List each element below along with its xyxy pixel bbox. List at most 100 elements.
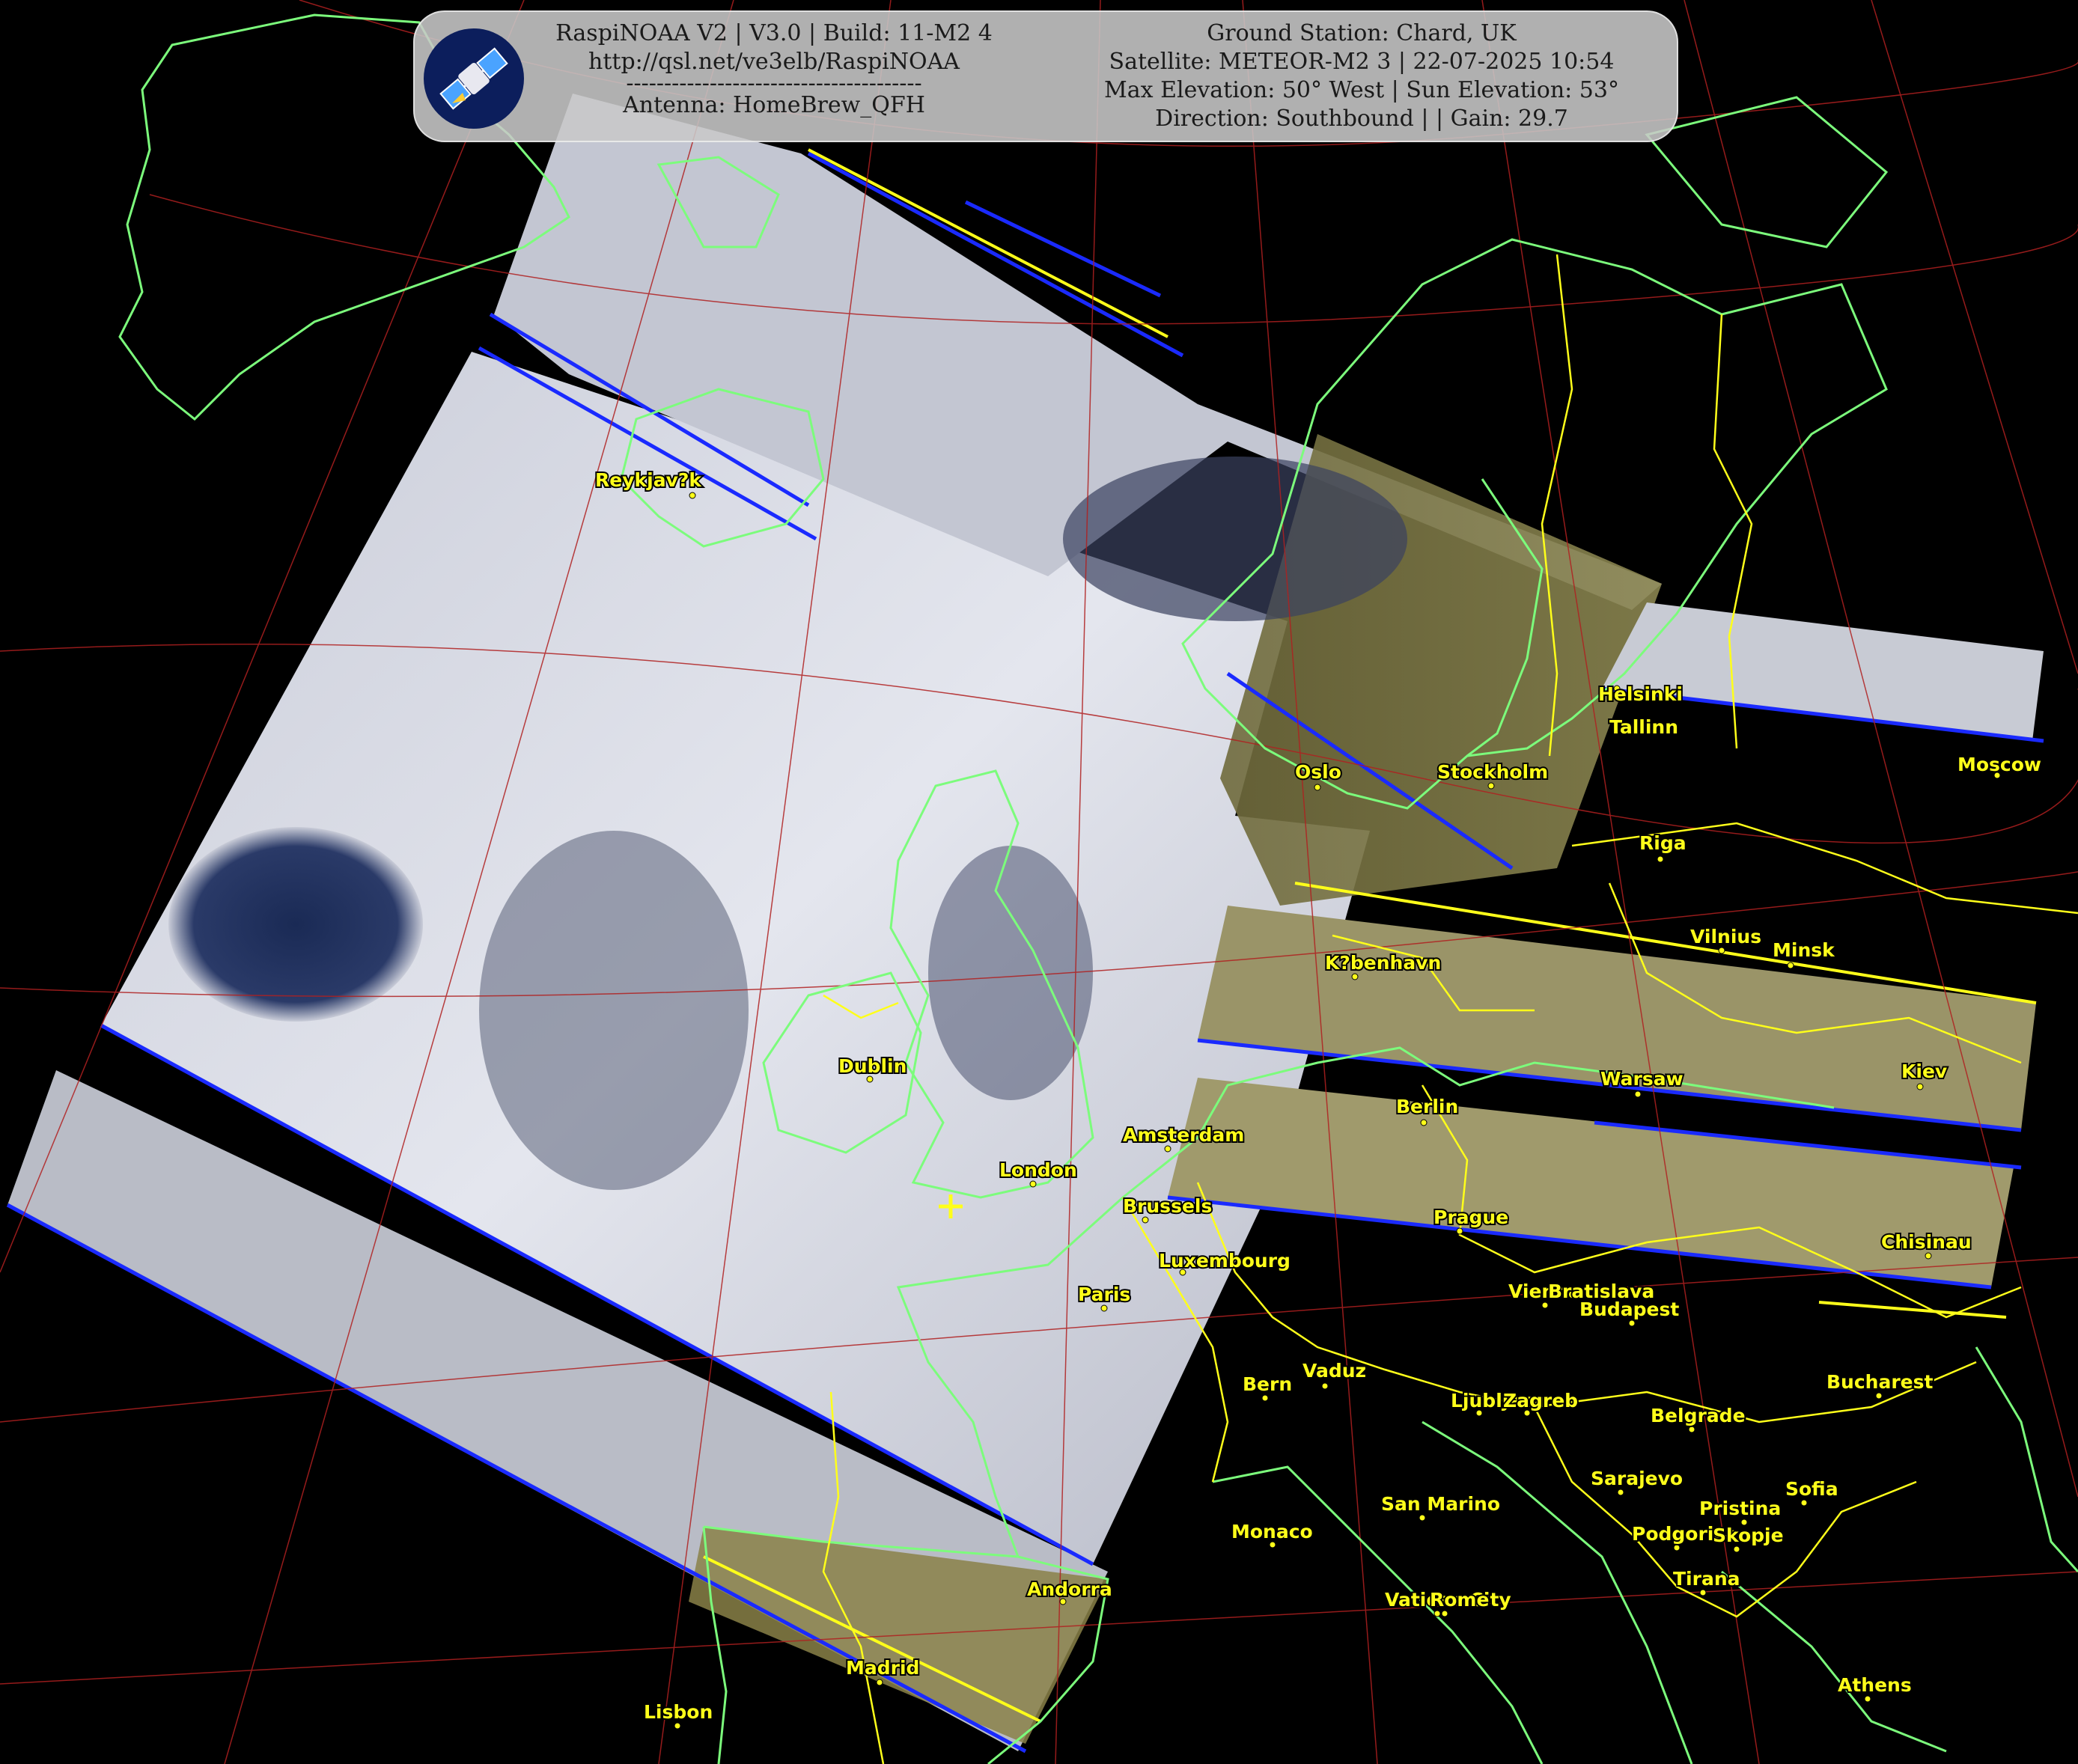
- city-label: Warsaw: [1600, 1068, 1684, 1090]
- coast-kola: [1645, 96, 1889, 248]
- city-dot: [1875, 1392, 1883, 1400]
- city-dot: [1142, 1216, 1149, 1224]
- city-marker-monaco: Monaco: [1230, 1519, 1314, 1548]
- city-marker-belgrade: Belgrade: [1649, 1403, 1747, 1433]
- city-label: Belgrade: [1651, 1405, 1746, 1426]
- city-marker-lisbon: Lisbon: [642, 1700, 714, 1730]
- ground-station: Ground Station: Chard, UK: [1207, 20, 1517, 46]
- city-marker-sofia: Sofia: [1784, 1477, 1840, 1507]
- city-label: Sofia: [1785, 1478, 1838, 1500]
- city-dot: [876, 1679, 883, 1686]
- city-label: Chisinau: [1881, 1231, 1972, 1253]
- city-label: Riga: [1639, 832, 1687, 854]
- header-divider: ---------------------------------------: [626, 70, 922, 97]
- software-version: RaspiNOAA V2 | V3.0 | Build: 11-M2 4: [555, 20, 993, 46]
- city-label: Amsterdam: [1123, 1124, 1244, 1146]
- satellite-map: Reykjav?k Helsinki Tallinn Oslo Stockholm Mos…: [0, 0, 2078, 1764]
- city-label: Vilnius: [1690, 926, 1761, 947]
- clear-ocean-area: [1063, 457, 1407, 621]
- city-label: Tirana: [1673, 1568, 1740, 1590]
- coast-black-sea: [1975, 1346, 2078, 1573]
- city-dot: [1100, 1304, 1108, 1312]
- city-dot: [1487, 782, 1495, 790]
- city-label: Tallinn: [1609, 716, 1678, 738]
- city-marker-sarajevo: Sarajevo: [1589, 1466, 1684, 1496]
- city-dot: [1441, 1610, 1448, 1617]
- header-left-column: RaspiNOAA V2 | V3.0 | Build: 11-M2 4 htt…: [542, 19, 1006, 120]
- city-label: Lisbon: [644, 1701, 713, 1723]
- city-marker-san-marino: San Marino: [1380, 1492, 1502, 1522]
- city-label: Bern: [1243, 1373, 1292, 1395]
- city-label: Luxembourg: [1159, 1250, 1291, 1272]
- city-dot: [1925, 1252, 1932, 1260]
- city-marker-luxembourg: Luxembourg: [1157, 1248, 1292, 1276]
- elevation-info: Max Elevation: 50° West | Sun Elevation:…: [1104, 77, 1619, 103]
- city-dot: [1733, 1545, 1740, 1553]
- city-dot: [1864, 1695, 1871, 1703]
- city-label: Oslo: [1295, 761, 1341, 783]
- city-marker-bucharest: Bucharest: [1825, 1370, 1935, 1400]
- city-dot: [1628, 1319, 1636, 1327]
- city-label: Skopje: [1713, 1525, 1784, 1546]
- city-dot: [1916, 1083, 1924, 1090]
- city-dot: [1617, 1489, 1624, 1496]
- city-marker-bern: Bern: [1241, 1372, 1294, 1402]
- city-label: Madrid: [846, 1657, 919, 1679]
- city-dot: [1321, 1382, 1329, 1390]
- city-label: Reykjav?k: [595, 469, 702, 491]
- city-label: Bucharest: [1826, 1371, 1934, 1393]
- city-label: Brussels: [1123, 1195, 1212, 1217]
- city-dot: [1164, 1145, 1171, 1153]
- coast-greece: [1721, 1570, 1947, 1753]
- city-dot: [1351, 973, 1359, 980]
- city-label: Sarajevo: [1591, 1468, 1683, 1489]
- city-label: Berlin: [1396, 1096, 1458, 1117]
- city-label: Zagreb: [1503, 1390, 1578, 1411]
- city-label: Stockholm: [1437, 761, 1548, 783]
- city-dot: [1433, 1610, 1441, 1617]
- city-marker-zagreb: Zagreb: [1502, 1388, 1579, 1417]
- city-marker-tallinn: Tallinn: [1608, 715, 1680, 739]
- broken-cloud-area: [479, 831, 749, 1190]
- city-dot: [1718, 947, 1725, 954]
- city-marker-vaduz: Vaduz: [1301, 1358, 1368, 1390]
- city-label: London: [999, 1159, 1077, 1181]
- city-label: Rome: [1430, 1589, 1489, 1611]
- city-marker-budapest: Budapest: [1578, 1297, 1681, 1327]
- city-dot: [674, 1722, 681, 1730]
- header-right-column: Ground Station: Chard, UK Satellite: MET…: [1066, 19, 1657, 133]
- city-label: Kiev: [1901, 1060, 1947, 1082]
- city-label: Budapest: [1579, 1298, 1679, 1320]
- city-label: Dublin: [838, 1055, 907, 1077]
- city-dot: [1269, 1541, 1276, 1548]
- city-dot: [1800, 1499, 1808, 1507]
- header-panel: RaspiNOAA V2 | V3.0 | Build: 11-M2 4 htt…: [413, 10, 1678, 142]
- city-dot: [1699, 1589, 1707, 1596]
- city-label: K?benhavn: [1325, 952, 1441, 974]
- city-dot: [1541, 1301, 1549, 1309]
- city-label: Athens: [1838, 1674, 1912, 1696]
- city-label: Andorra: [1027, 1578, 1112, 1600]
- direction-gain: Direction: Southbound | | Gain: 29.7: [1155, 106, 1568, 132]
- satellite-pass: Satellite: METEOR-M2 3 | 22-07-2025 10:5…: [1109, 49, 1615, 75]
- satellite-map-stage: Reykjav?k Helsinki Tallinn Oslo Stockholm Mos…: [0, 0, 2078, 1764]
- city-dot: [866, 1075, 874, 1083]
- city-dot: [1029, 1180, 1037, 1188]
- city-label: Helsinki: [1598, 683, 1683, 705]
- city-dot: [1420, 1119, 1428, 1126]
- city-label: Monaco: [1231, 1521, 1313, 1542]
- city-label: Prague: [1433, 1206, 1508, 1228]
- satellite-icon: [424, 28, 524, 129]
- city-marker-riga: Riga: [1638, 831, 1688, 863]
- city-dot: [1673, 1544, 1681, 1551]
- city-dot: [1787, 962, 1794, 969]
- city-marker-pristina: Pristina: [1698, 1496, 1782, 1526]
- city-label: Pristina: [1699, 1498, 1781, 1519]
- satellite-icon-graphic: [439, 47, 508, 110]
- city-label: San Marino: [1381, 1493, 1500, 1515]
- city-dot: [1261, 1394, 1269, 1402]
- city-dot: [1419, 1514, 1426, 1522]
- city-dot: [689, 492, 696, 499]
- city-dot: [1456, 1227, 1463, 1235]
- antenna-info: Antenna: HomeBrew_QFH: [623, 92, 925, 118]
